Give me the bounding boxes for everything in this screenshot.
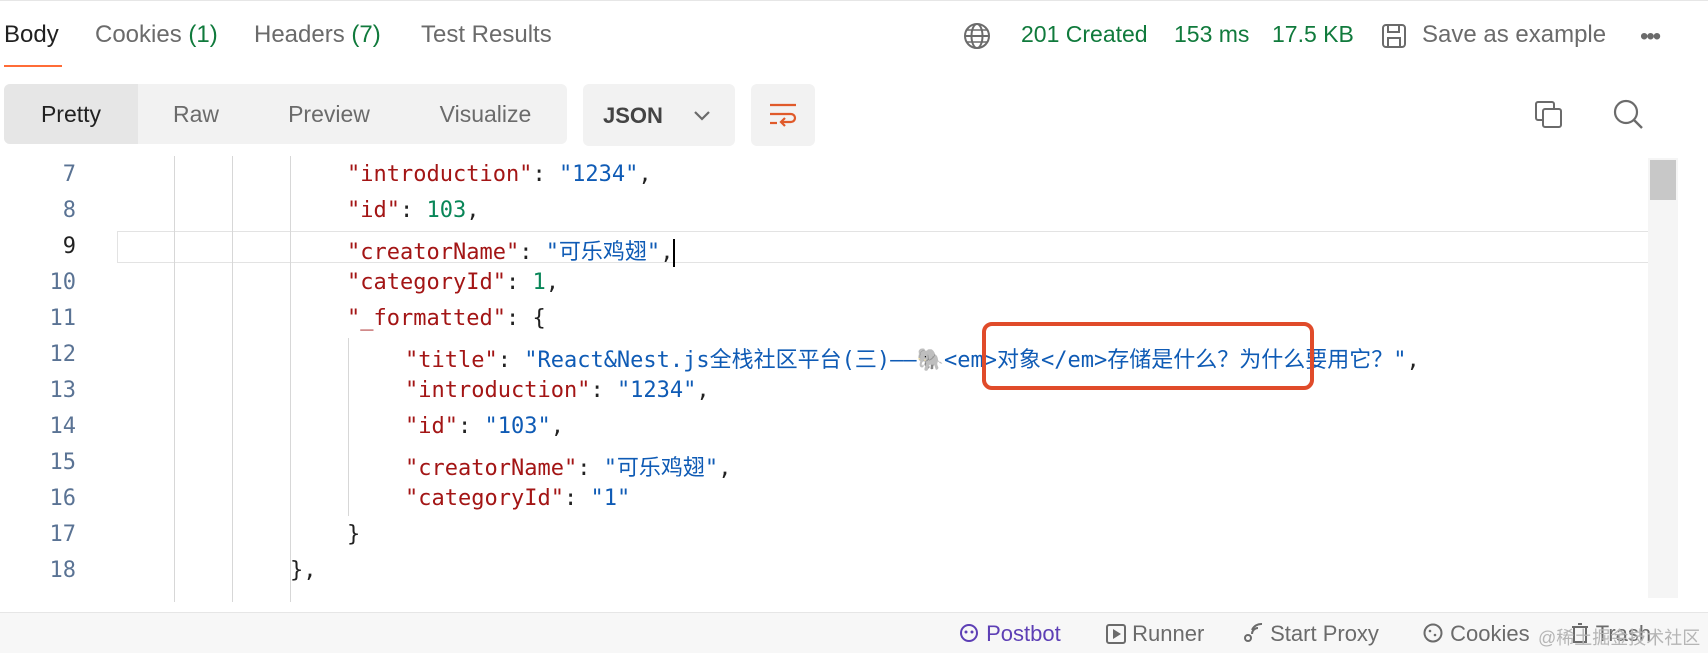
watermark: @稀土掘金技术社区 — [1538, 628, 1701, 648]
format-selected: JSON — [603, 103, 663, 128]
code-line: "introduction": "1234", — [405, 378, 710, 403]
view-mode-pretty[interactable]: Pretty — [4, 84, 138, 144]
line-number: 15 — [49, 450, 77, 475]
line-number: 17 — [49, 522, 77, 547]
view-mode-switcher: Pretty Raw Preview Visualize — [4, 84, 567, 144]
line-number: 18 — [49, 558, 77, 583]
globe-icon[interactable] — [962, 21, 992, 51]
code-line: "id": "103", — [405, 414, 564, 439]
tab-cookies-label: Cookies — [95, 21, 182, 48]
line-number: 7 — [62, 162, 76, 187]
editor-scrollbar[interactable] — [1648, 158, 1678, 598]
line-number: 10 — [49, 270, 77, 295]
chevron-down-icon — [694, 111, 710, 121]
code-line: "id": 103, — [347, 198, 480, 223]
postbot-label: Postbot — [986, 621, 1061, 646]
code-line: "creatorName": "可乐鸡翅", — [405, 456, 732, 481]
editor-scrollbar-thumb[interactable] — [1650, 160, 1676, 200]
indent-guide — [348, 338, 349, 516]
response-tabs-bar: Body Cookies (1) Headers (7) Test Result… — [0, 0, 1708, 71]
cookies-button[interactable]: Cookies — [1422, 621, 1530, 647]
wrap-lines-icon — [770, 103, 797, 127]
code-line: "introduction": "1234", — [347, 162, 652, 187]
line-number: 8 — [62, 198, 76, 223]
save-as-example-label: Save as example — [1422, 21, 1607, 48]
tab-headers[interactable]: Headers (7) — [254, 21, 381, 49]
tab-cookies-count: (1) — [188, 21, 218, 48]
line-number: 16 — [49, 486, 77, 511]
code-line: "categoryId": 1, — [347, 270, 559, 295]
view-mode-preview[interactable]: Preview — [254, 84, 404, 144]
cookies-label: Cookies — [1450, 621, 1530, 646]
code-line: } — [347, 522, 361, 547]
tab-body[interactable]: Body — [4, 21, 59, 49]
status-bar: Postbot Runner Start Proxy Cookies Trash — [0, 612, 1708, 653]
postbot-icon — [960, 624, 978, 642]
tab-headers-label: Headers — [254, 21, 345, 48]
line-number: 9 — [62, 234, 76, 259]
tab-test-results-label: Test Results — [421, 21, 552, 48]
more-options-icon[interactable]: ••• — [1640, 23, 1661, 51]
search-icon[interactable] — [1610, 96, 1646, 132]
tab-headers-count: (7) — [351, 21, 381, 48]
tab-body-label: Body — [4, 21, 59, 48]
line-number: 11 — [49, 306, 77, 331]
proxy-icon — [1244, 622, 1263, 642]
status-code[interactable]: 201 Created — [1021, 21, 1148, 48]
indent-guide — [174, 156, 175, 602]
text-caret — [673, 239, 676, 267]
copy-icon[interactable] — [1532, 98, 1566, 132]
response-body-editor[interactable]: 7 8 9 10 11 12 13 14 15 16 17 18 "introd… — [0, 156, 1678, 602]
response-time[interactable]: 153 ms — [1174, 21, 1249, 48]
postbot-button[interactable]: Postbot — [958, 621, 1061, 647]
view-mode-visualize[interactable]: Visualize — [404, 84, 567, 144]
save-icon — [1382, 24, 1406, 48]
start-proxy-button[interactable]: Start Proxy — [1242, 621, 1379, 647]
wrap-lines-button[interactable] — [751, 84, 815, 146]
indent-guide — [290, 156, 291, 602]
annotation-highlight-box — [982, 322, 1314, 390]
start-proxy-label: Start Proxy — [1270, 621, 1379, 646]
indent-guide — [232, 156, 233, 602]
cookie-icon — [1423, 623, 1443, 643]
line-number: 14 — [49, 414, 77, 439]
code-line: }, — [290, 558, 317, 583]
line-number: 13 — [49, 378, 77, 403]
code-line: "categoryId": "1" — [405, 486, 631, 511]
format-dropdown[interactable]: JSON — [583, 84, 735, 146]
code-line: "creatorName": "可乐鸡翅", — [347, 239, 676, 267]
tab-cookies[interactable]: Cookies (1) — [95, 21, 218, 49]
view-mode-raw[interactable]: Raw — [138, 84, 254, 144]
line-number: 12 — [49, 342, 77, 367]
runner-button[interactable]: Runner — [1106, 621, 1204, 647]
active-tab-underline — [4, 65, 62, 67]
play-icon — [1106, 624, 1126, 644]
code-line: "_formatted": { — [347, 306, 546, 331]
runner-label: Runner — [1132, 621, 1205, 646]
tab-test-results[interactable]: Test Results — [421, 21, 552, 49]
response-size[interactable]: 17.5 KB — [1272, 21, 1354, 48]
